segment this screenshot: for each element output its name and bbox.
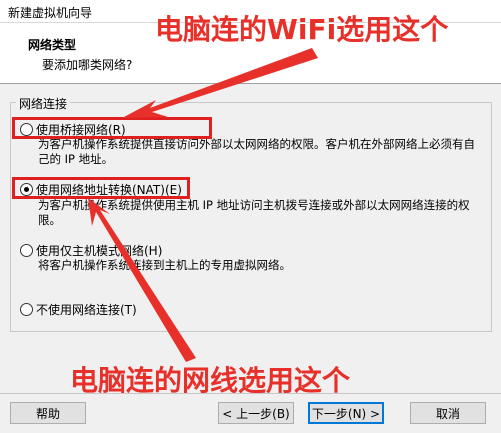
annotation-wifi: 电脑连的WiFi选用这个 <box>155 13 449 46</box>
back-button[interactable]: < 上一步(B) <box>218 402 294 424</box>
arrow-to-bridged <box>122 48 318 118</box>
help-button[interactable]: 帮助 <box>10 402 86 424</box>
cancel-button[interactable]: 取消 <box>410 402 486 424</box>
footer-separator <box>0 393 501 394</box>
arrow-to-nat <box>88 198 196 362</box>
next-button[interactable]: 下一步(N) > <box>308 402 384 424</box>
